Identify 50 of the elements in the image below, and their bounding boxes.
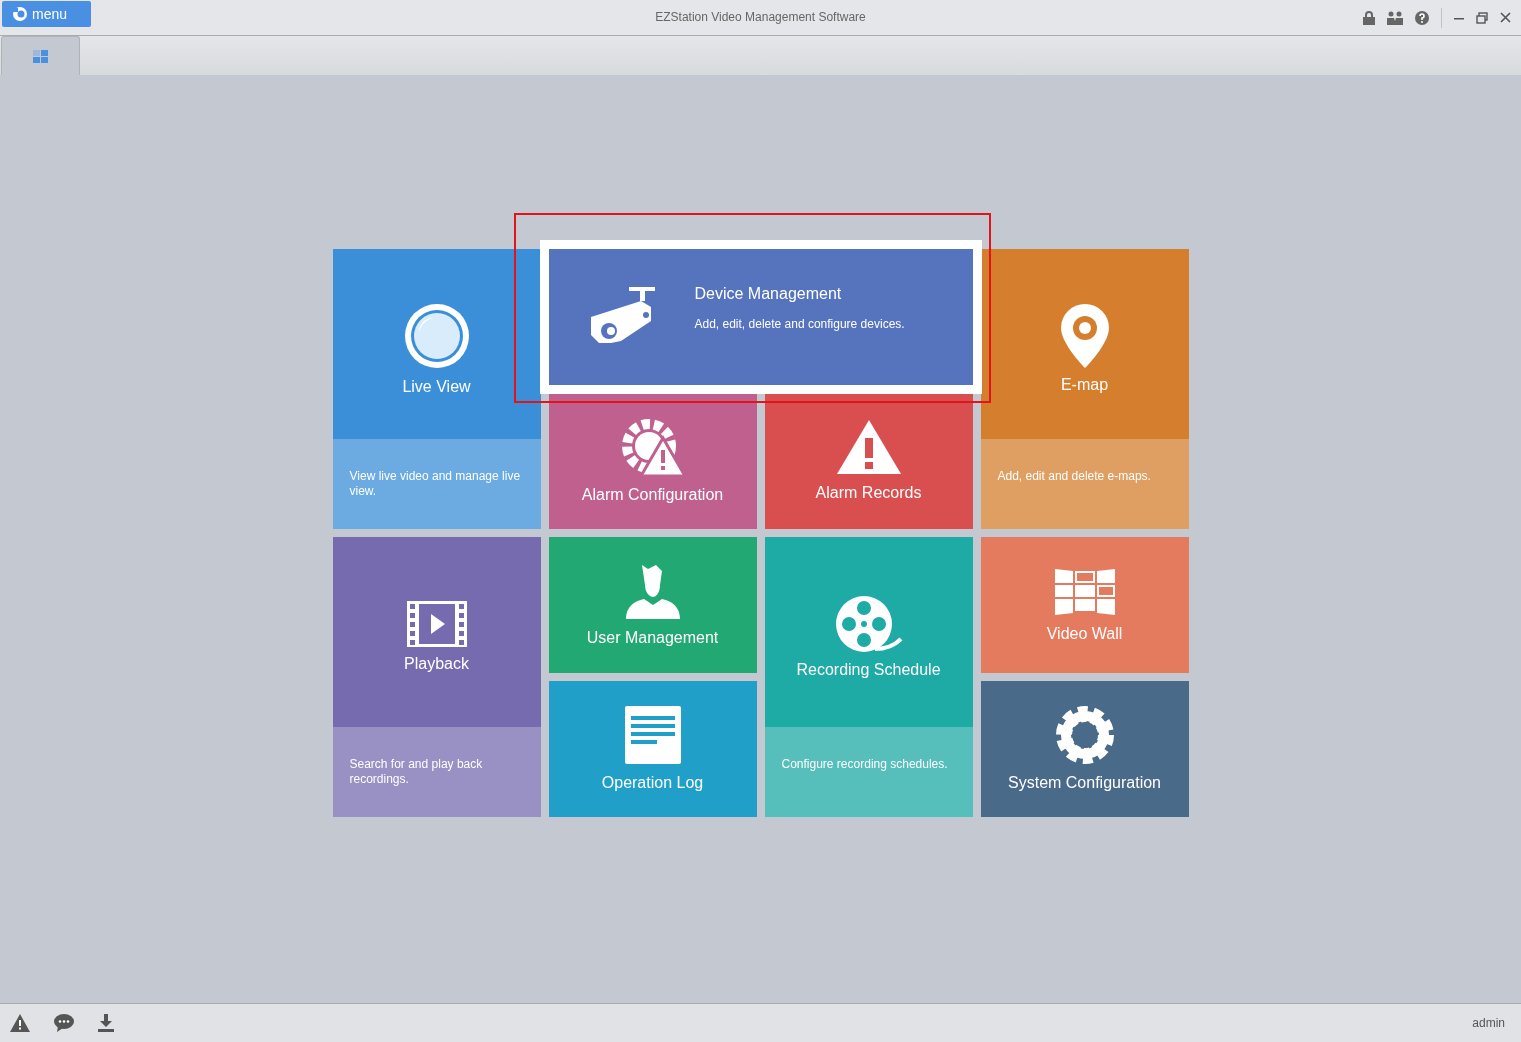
tile-title: Live View: [402, 378, 471, 396]
map-pin-icon: [1060, 304, 1109, 368]
tile-title: System Configuration: [1008, 774, 1161, 792]
tile-description: Add, edit, delete and configure devices.: [694, 317, 905, 331]
tile-title: E-map: [1060, 376, 1109, 394]
module-tile[interactable]: Live View View live video and manage live view.: [332, 249, 541, 529]
help-icon[interactable]: [1415, 10, 1429, 25]
tile-description: View live video and manage live view.: [349, 469, 521, 498]
tile-title: Operation Log: [601, 774, 704, 792]
tile-title: Alarm Configuration: [581, 486, 724, 504]
film-play-icon: [406, 601, 467, 647]
module-tile[interactable]: Operation Log: [548, 681, 757, 817]
settings-icon: [1055, 706, 1114, 764]
tile-description: Configure recording schedules.: [781, 757, 948, 771]
tile-description: Search for and play back recordings.: [349, 757, 483, 786]
user-name: admin: [1472, 1016, 1505, 1030]
tile-title: Recording Schedule: [796, 661, 941, 679]
gear-warning-icon: [620, 418, 685, 476]
tile-title: User Management: [586, 629, 719, 647]
logo-icon: [12, 5, 28, 22]
window-title: EZStation Video Management Software: [655, 10, 866, 24]
user-icon: [625, 563, 680, 619]
module-tile[interactable]: Alarm Configuration: [548, 393, 757, 529]
grid-icon: [33, 49, 48, 63]
film-reel-icon: [834, 595, 903, 653]
camera-lens-icon: [402, 302, 471, 370]
warning-icon: [836, 420, 901, 474]
menu-button[interactable]: menu: [2, 0, 91, 27]
security-camera-icon: [588, 285, 655, 343]
module-tile[interactable]: System Configuration: [980, 681, 1189, 817]
close-icon[interactable]: [1500, 12, 1511, 23]
warning-icon[interactable]: [10, 1014, 30, 1032]
users-icon[interactable]: [1387, 10, 1403, 25]
module-tile[interactable]: Recording Schedule Configure recording schedules.: [764, 537, 973, 817]
module-tile[interactable]: E-map Add, edit and delete e-maps.: [980, 249, 1189, 529]
tile-description: Add, edit and delete e-maps.: [997, 469, 1151, 483]
download-icon[interactable]: [98, 1014, 114, 1032]
tile-title: Playback: [404, 655, 469, 673]
document-icon: [624, 706, 681, 764]
tile-title: Alarm Records: [815, 484, 922, 502]
module-tile[interactable]: Playback Search for and play back recordings.: [332, 537, 541, 817]
restore-icon[interactable]: [1476, 11, 1488, 24]
module-tile[interactable]: Video Wall: [980, 537, 1189, 673]
module-tile[interactable]: User Management: [548, 537, 757, 673]
tile-title: Video Wall: [1046, 625, 1123, 643]
video-wall-icon: [1054, 567, 1115, 615]
module-tile[interactable]: Alarm Records: [764, 393, 973, 529]
chat-icon[interactable]: [54, 1014, 74, 1032]
lock-icon[interactable]: [1363, 10, 1375, 25]
tile-title: Device Management: [694, 285, 843, 303]
